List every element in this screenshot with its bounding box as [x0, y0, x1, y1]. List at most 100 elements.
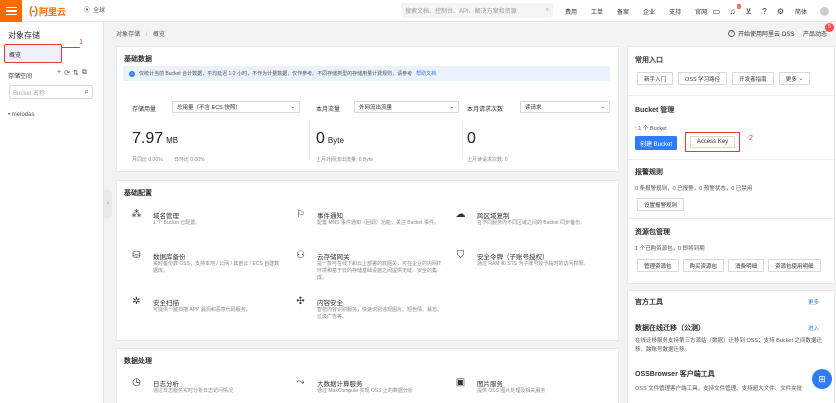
feature-security-scan[interactable]: ✲ 安全扫描 可提供一键扫描 APP 漏洞和恶意代码服务。: [131, 296, 291, 330]
set-alarm-button[interactable]: 设置报警规则: [637, 198, 685, 211]
nav-enterprise[interactable]: 企业: [636, 7, 662, 16]
bucket-item-label: melodas: [11, 112, 35, 118]
feature-database-backup[interactable]: ⛁ 数据库备份 实时备份数 OSS，支持本地 / 公网 / 其他云 / ECS …: [131, 250, 291, 290]
bucket-item-melodas[interactable]: • melodas: [8, 112, 34, 118]
basic-config-panel: 基础配置 ⁂ 域名管理 1 个 Bucket 已配置。 ⚐ 事件通知 配置 MN…: [116, 180, 619, 341]
requests-metric: 本月请求次数 读请求 ⌄ 0 上月读请求次数: 0: [467, 101, 612, 163]
search-placeholder: 搜索文档、控制台、API、解决方案和资源: [405, 9, 517, 15]
buy-resource-button[interactable]: 购买资源包: [682, 259, 725, 272]
sort-icon[interactable]: ⇅: [73, 69, 79, 77]
developer-guide-button[interactable]: 开发者指南: [732, 72, 774, 85]
refresh-icon[interactable]: ⟳: [64, 69, 70, 77]
quick-buttons: 新手入门 OSS 学习路径 开发者指南 更多 ⌄: [637, 72, 811, 85]
region-selector[interactable]: ⦿ 全球: [84, 5, 105, 14]
security-scan-icon: ✲: [132, 296, 141, 307]
feature-image-service[interactable]: ▣ 图片服务 提供 OSS 图片处理及相关服务: [455, 377, 615, 403]
traffic-unit: Byte: [327, 136, 344, 145]
bucket-search-input[interactable]: Bucket 名称 ⌕: [9, 85, 93, 99]
create-bucket-button[interactable]: 创建 Bucket: [635, 136, 678, 150]
feature-cloud-storage-gateway[interactable]: ⚇ 云存储网关 是一款可在线下和云上部署的软网关，可在企业的内网IT环境和基于云…: [295, 250, 455, 290]
migration-desc: 在线迁移服务支持第三方源站（数据）迁移到 OSS；支持 Bucket 之间数据迁…: [635, 338, 823, 353]
nav-official-site[interactable]: 官网: [688, 7, 714, 16]
add-icon[interactable]: +: [57, 69, 61, 77]
learning-path-button[interactable]: OSS 学习路径: [678, 72, 728, 85]
bell-icon[interactable]: ♫ 1: [728, 3, 741, 16]
migration-enter-link[interactable]: 进入: [808, 324, 819, 332]
quick-start-button[interactable]: 新手入门: [637, 72, 674, 85]
storage-type-select[interactable]: 总用量（不含 ECS 快照） ⌄: [172, 101, 300, 113]
nav-icp[interactable]: 备案: [610, 7, 636, 16]
migration-title: 数据在线迁移（公测）: [635, 325, 705, 332]
feature-bigdata[interactable]: ⤳ 大数据计算服务 通过 MaxCompute 实现 OSS 上的数据分析: [295, 377, 455, 403]
sidebar-item-overview[interactable]: 概览: [4, 44, 62, 63]
request-type-select[interactable]: 读请求 ⌄: [520, 101, 610, 113]
bucket-mgmt-title: Bucket 管理: [635, 107, 675, 114]
storage-label: 存储用量: [132, 107, 157, 113]
product-trends-badge: 5: [825, 23, 834, 32]
feature-name: 事件通知: [317, 213, 343, 220]
product-trends-link[interactable]: 产品动态: [803, 29, 827, 38]
more-button[interactable]: 更多 ⌄: [778, 72, 811, 85]
settings-icon[interactable]: ⚙: [776, 7, 785, 16]
traffic-metric: 本月流量 外网流出流量 ⌄ 0 Byte 上月外网流出流量: 0 Byte: [316, 101, 461, 163]
search-icon[interactable]: ⌕: [546, 7, 549, 14]
info-icon: i: [129, 70, 135, 77]
feature-cross-region-replication[interactable]: ☁ 跨区域复制 在不同服务内不同区域之间的 Bucket 同步备份。: [455, 209, 615, 243]
alarm-title: 报警规则: [635, 169, 663, 176]
tools-more-link[interactable]: 更多: [808, 298, 819, 306]
aliyun-logo[interactable]: (-) 阿里云: [29, 4, 66, 18]
metric-divider: [462, 121, 463, 161]
avatar[interactable]: [820, 6, 830, 16]
storage-select-value: 总用量（不含 ECS 快照）: [177, 105, 241, 111]
help-icon[interactable]: ?: [760, 7, 769, 16]
traffic-label: 本月流量: [316, 107, 341, 113]
external-link-icon[interactable]: ⧉: [82, 69, 87, 77]
annotation-1: 1: [79, 39, 83, 46]
storage-dod: 日环比 0.00%: [174, 157, 205, 163]
feature-event-notification[interactable]: ⚐ 事件通知 配置 MNS 事件通知（回调）功能，关注 Bucket 事件。: [295, 209, 455, 243]
info-text: 仅统计当前 Bucket 合计数据，平均延迟 1-2 小时，不作为计量数据，仅作…: [139, 71, 413, 77]
bucket-count-label: 1 个 Bucket: [638, 126, 667, 132]
storage-unit: MB: [166, 136, 179, 145]
nav-fees[interactable]: 费用: [558, 7, 584, 16]
logo-text: 阿里云: [39, 6, 67, 17]
feature-security-token[interactable]: ⛉ 安全令牌（子账号授权） 通过 RAM 和 STS 为子账号授予临时的访问权限…: [455, 250, 615, 290]
feature-log-analysis[interactable]: ◷ 日志分析 通过日志服务实时分析日志访问情况: [131, 377, 291, 403]
menu-icon[interactable]: [0, 0, 22, 22]
sidebar: 对象存储 概览 1 存储空间 + ⟳ ⇅ ⧉ Bucket 名称 ⌕ • mel…: [0, 22, 104, 403]
language-switch[interactable]: 简体: [795, 7, 807, 16]
search-icon[interactable]: ⌕: [85, 87, 89, 97]
region-label: 全球: [93, 8, 106, 14]
breadcrumb-sep: /: [145, 32, 148, 38]
resource-buttons: 管理资源包 购买资源包 消费明细 资源包使用明细: [637, 259, 821, 272]
traffic-type-select[interactable]: 外网流出流量 ⌄: [354, 101, 459, 113]
global-search-input[interactable]: 搜索文档、控制台、API、解决方案和资源 ⌕: [401, 3, 553, 18]
sidebar-collapse-handle[interactable]: ‹: [104, 190, 112, 218]
consumption-detail-button[interactable]: 消费明细: [728, 259, 765, 272]
feature-content-security[interactable]: ✣ 内容安全 智能内容识别服务，快速识别违规图片、短色情、暴恐、垃圾广告等。: [295, 296, 455, 330]
help-circle-icon: ?: [728, 30, 735, 37]
feature-name: 安全令牌（子账号授权）: [477, 254, 549, 261]
manage-resource-button[interactable]: 管理资源包: [637, 259, 679, 272]
requests-last-month: 上月读请求次数: 0: [467, 157, 508, 163]
nav-tickets[interactable]: 工单: [584, 7, 610, 16]
annotation-line-1: [62, 47, 80, 48]
resource-usage-detail-button[interactable]: 资源包使用明细: [768, 259, 821, 272]
feature-domain-management[interactable]: ⁂ 域名管理 1 个 Bucket 已配置。: [131, 209, 291, 243]
breadcrumb-root[interactable]: 对象存储: [116, 32, 140, 38]
help-doc-link[interactable]: 帮助文档: [416, 70, 436, 77]
access-key-button[interactable]: Access Key: [689, 136, 736, 148]
feature-name: 云存储网关: [317, 254, 350, 261]
apps-grid-icon[interactable]: ⊞: [812, 369, 832, 389]
nav-support[interactable]: 支持: [662, 7, 688, 16]
cart-icon[interactable]: ⊻: [744, 7, 753, 16]
breadcrumb: 对象存储 / 概览: [116, 29, 165, 38]
chevron-down-icon: ⌄: [798, 75, 804, 82]
bucket-count: ⁝ 1 个 Bucket: [635, 124, 667, 132]
feature-desc: 可提供一键扫描 APP 漏洞和恶意代码服务。: [153, 307, 251, 313]
resource-status: 1 个已购资源包，0 即将到期: [635, 246, 705, 252]
right-panel: 常用入口 新手入门 OSS 学习路径 开发者指南 更多 ⌄ Bucket 管理 ⁝…: [627, 46, 836, 284]
ossbrowser-title: OSSBrowser 客户端工具: [635, 371, 715, 378]
terminal-icon[interactable]: ▭: [712, 7, 721, 16]
getting-started-link[interactable]: ? 开始使用阿里云 OSS: [728, 29, 794, 38]
